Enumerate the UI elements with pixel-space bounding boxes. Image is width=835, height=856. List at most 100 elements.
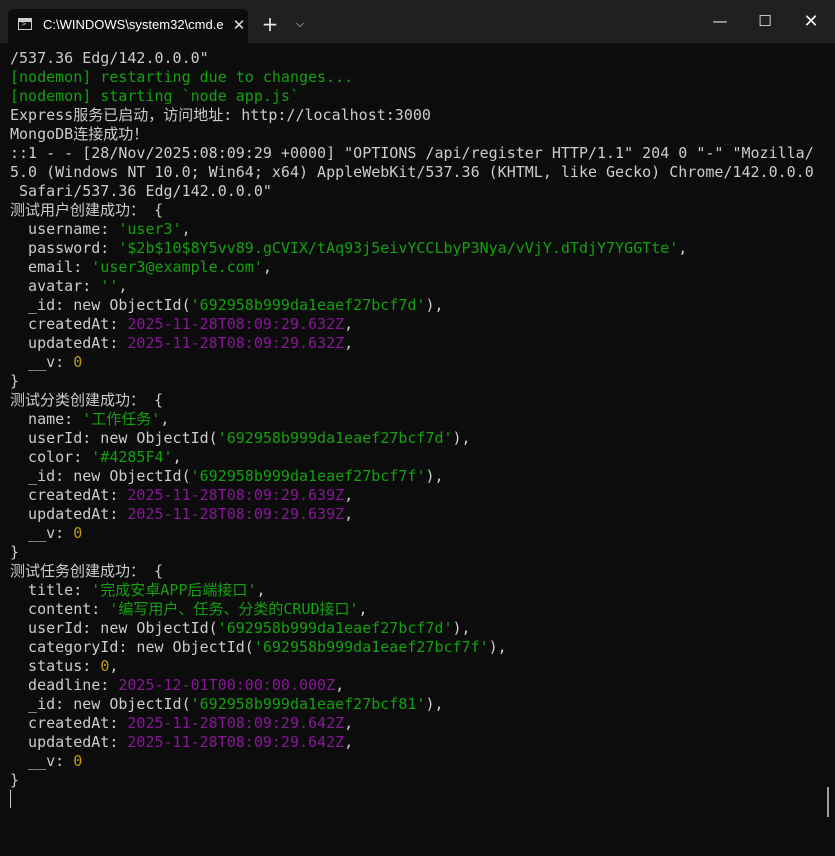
terminal-line: __v: 0 xyxy=(10,752,828,771)
terminal-text: 5.0 (Windows NT 10.0; Win64; x64) AppleW… xyxy=(10,163,814,181)
terminal-line: content: '编写用户、任务、分类的CRUD接口', xyxy=(10,600,828,619)
terminal-text: ), xyxy=(452,619,471,637)
terminal-text: Safari/537.36 Edg/142.0.0.0" xyxy=(10,182,272,200)
terminal-line: createdAt: 2025-11-28T08:09:29.642Z, xyxy=(10,714,828,733)
terminal-text: userId: new ObjectId( xyxy=(10,429,218,447)
terminal-text: 0 xyxy=(73,353,83,371)
terminal-text: createdAt: xyxy=(10,486,128,504)
terminal-text: __v: xyxy=(10,353,74,371)
terminal-text: '编写用户、任务、分类的CRUD接口' xyxy=(109,600,359,618)
terminal-line: Safari/537.36 Edg/142.0.0.0" xyxy=(10,182,828,201)
new-tab-button[interactable]: + xyxy=(259,13,281,35)
terminal-text: _id: new ObjectId( xyxy=(10,695,191,713)
terminal-line: name: '工作任务', xyxy=(10,410,828,429)
terminal-text: color: xyxy=(10,448,92,466)
terminal-text: '' xyxy=(100,277,119,295)
tab-cmd[interactable]: C:\WINDOWS\system32\cmd.exe ✕ xyxy=(8,9,248,43)
terminal-text: [nodemon] starting `node app.js` xyxy=(10,87,299,105)
terminal-text: '692958b999da1eaef27bcf7d' xyxy=(217,619,453,637)
terminal-line: } xyxy=(10,372,828,391)
terminal-text: '692958b999da1eaef27bcf7d' xyxy=(190,296,426,314)
terminal-line: categoryId: new ObjectId('692958b999da1e… xyxy=(10,638,828,657)
terminal-line: updatedAt: 2025-11-28T08:09:29.639Z, xyxy=(10,505,828,524)
title-bar[interactable]: C:\WINDOWS\system32\cmd.exe ✕ + ⌵ — ☐ ✕ xyxy=(0,0,835,43)
terminal-text: 2025-12-01T00:00:00.000Z xyxy=(118,676,336,694)
terminal-text: '$2b$10$8Y5vv89.gCVIX/tAq93j5eivYCCLbyP3… xyxy=(118,239,679,257)
terminal-text: avatar: xyxy=(10,277,101,295)
terminal-text: , xyxy=(344,714,354,732)
terminal-text: '692958b999da1eaef27bcf7f' xyxy=(253,638,489,656)
terminal-text: } xyxy=(10,372,20,390)
terminal-line: updatedAt: 2025-11-28T08:09:29.632Z, xyxy=(10,334,828,353)
terminal-text: [nodemon] restarting due to changes... xyxy=(10,68,354,86)
close-button[interactable]: ✕ xyxy=(788,0,834,43)
terminal-text: updatedAt: xyxy=(10,334,128,352)
terminal-line: Express服务已启动，访问地址: http://localhost:3000 xyxy=(10,106,828,125)
terminal-text: ::1 - - [28/Nov/2025:08:09:29 +0000] "OP… xyxy=(10,144,814,162)
terminal-text: , xyxy=(181,220,191,238)
terminal-text: , xyxy=(678,239,688,257)
terminal-text: email: xyxy=(10,258,92,276)
terminal-text: content: xyxy=(10,600,110,618)
terminal-line: password: '$2b$10$8Y5vv89.gCVIX/tAq93j5e… xyxy=(10,239,828,258)
terminal-text: , xyxy=(118,277,128,295)
terminal-line: __v: 0 xyxy=(10,524,828,543)
minimize-button[interactable]: — xyxy=(697,0,743,43)
terminal-text: userId: new ObjectId( xyxy=(10,619,218,637)
terminal-icon xyxy=(18,18,32,30)
terminal-line: MongoDB连接成功！ xyxy=(10,125,828,144)
terminal-line: 测试用户创建成功： { xyxy=(10,201,828,220)
terminal-text: 测试分类创建成功： { xyxy=(10,391,164,409)
terminal-text: ), xyxy=(425,695,444,713)
terminal-text: , xyxy=(262,258,272,276)
terminal-text: '692958b999da1eaef27bcf81' xyxy=(190,695,426,713)
terminal-text: __v: xyxy=(10,524,74,542)
terminal-line: status: 0, xyxy=(10,657,828,676)
terminal-text: ), xyxy=(425,467,444,485)
tab-close-icon[interactable]: ✕ xyxy=(229,15,249,35)
terminal-text: , xyxy=(358,600,368,618)
terminal-text: 2025-11-28T08:09:29.639Z xyxy=(127,505,345,523)
terminal-line: _id: new ObjectId('692958b999da1eaef27bc… xyxy=(10,296,828,315)
terminal-line: avatar: '', xyxy=(10,277,828,296)
terminal-text: '#4285F4' xyxy=(91,448,173,466)
terminal-text: 0 xyxy=(73,752,83,770)
terminal-text: , xyxy=(335,676,345,694)
terminal-text: , xyxy=(344,733,354,751)
terminal-text: _id: new ObjectId( xyxy=(10,467,191,485)
terminal-line: [nodemon] starting `node app.js` xyxy=(10,87,828,106)
terminal-text: username: xyxy=(10,220,119,238)
terminal-text: '692958b999da1eaef27bcf7f' xyxy=(190,467,426,485)
chevron-down-icon[interactable]: ⌵ xyxy=(290,13,310,35)
terminal-text: createdAt: xyxy=(10,714,128,732)
terminal-text: '692958b999da1eaef27bcf7d' xyxy=(217,429,453,447)
terminal-line: } xyxy=(10,771,828,790)
terminal-line: /537.36 Edg/142.0.0.0" xyxy=(10,49,828,68)
terminal-text: /537.36 Edg/142.0.0.0" xyxy=(10,49,209,67)
terminal-text: 'user3@example.com' xyxy=(91,258,263,276)
scrollbar[interactable] xyxy=(827,787,829,817)
terminal-text: 测试任务创建成功： { xyxy=(10,562,164,580)
terminal-text: status: xyxy=(10,657,101,675)
terminal-text: 2025-11-28T08:09:29.642Z xyxy=(127,733,345,751)
terminal-line: 测试任务创建成功： { xyxy=(10,562,828,581)
terminal-text: updatedAt: xyxy=(10,505,128,523)
terminal-text: createdAt: xyxy=(10,315,128,333)
terminal-line: _id: new ObjectId('692958b999da1eaef27bc… xyxy=(10,467,828,486)
terminal-text: updatedAt: xyxy=(10,733,128,751)
terminal-text: password: xyxy=(10,239,119,257)
terminal-text: , xyxy=(344,315,354,333)
terminal-text: } xyxy=(10,771,20,789)
terminal-text: 2025-11-28T08:09:29.632Z xyxy=(127,334,345,352)
tab-title: C:\WINDOWS\system32\cmd.exe xyxy=(43,17,223,32)
terminal-output[interactable]: /537.36 Edg/142.0.0.0" [nodemon] restarti… xyxy=(10,49,828,849)
terminal-text: deadline: xyxy=(10,676,119,694)
terminal-text: ), xyxy=(488,638,507,656)
terminal-text: , xyxy=(256,581,266,599)
maximize-button[interactable]: ☐ xyxy=(742,0,788,43)
terminal-text: 2025-11-28T08:09:29.639Z xyxy=(127,486,345,504)
terminal-line: updatedAt: 2025-11-28T08:09:29.642Z, xyxy=(10,733,828,752)
terminal-text: '工作任务' xyxy=(82,410,161,428)
terminal-text: 0 xyxy=(73,524,83,542)
terminal-text: 0 xyxy=(100,657,110,675)
